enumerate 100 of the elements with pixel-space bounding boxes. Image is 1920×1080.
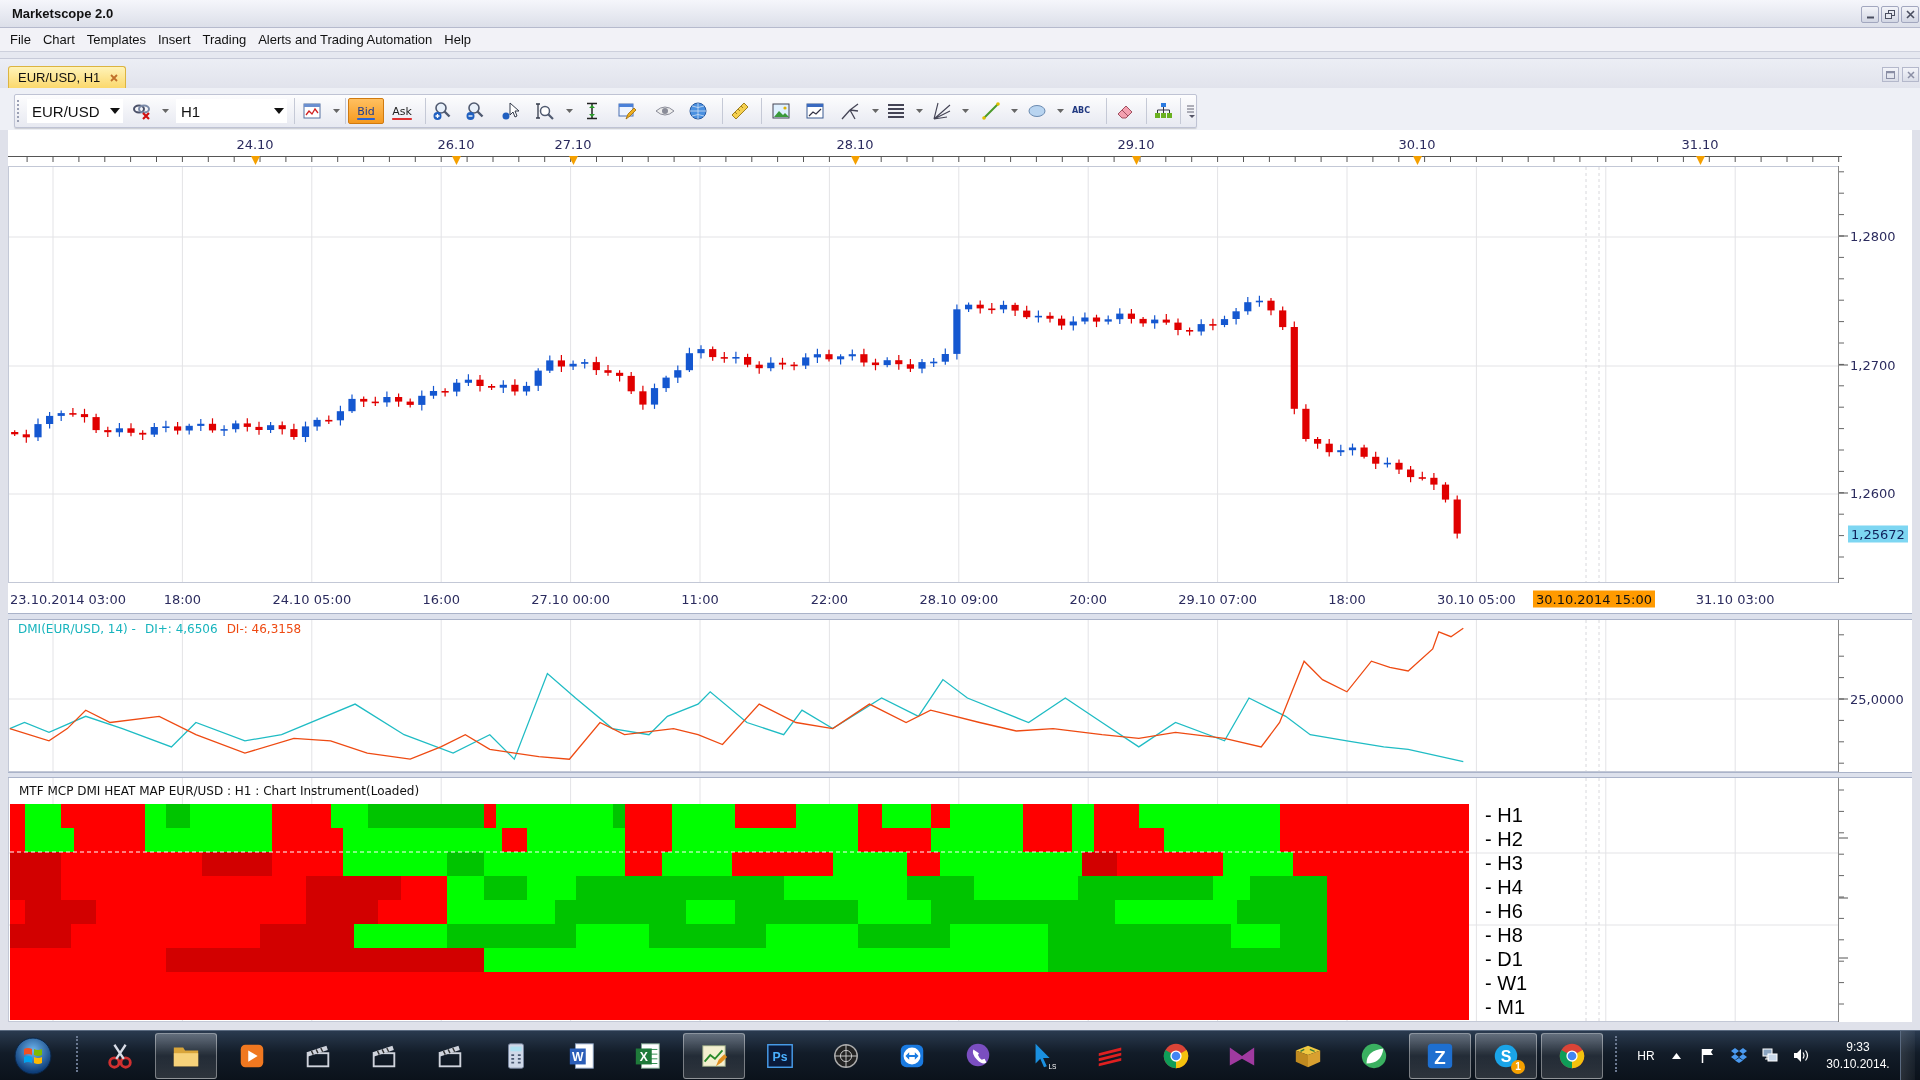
current-price-label: 1,25672	[1848, 525, 1908, 543]
menu-item[interactable]: Insert	[152, 30, 197, 49]
diamonds-icon[interactable]	[1730, 1048, 1747, 1063]
text-tool-button[interactable]: ABC	[1070, 107, 1092, 115]
globe-icon[interactable]	[688, 101, 708, 121]
taskbar-button[interactable]: Z	[1409, 1032, 1471, 1079]
caret-icon[interactable]	[962, 109, 969, 113]
caret-icon[interactable]	[566, 109, 573, 113]
chart-window-icon[interactable]	[302, 101, 322, 121]
timeframe-label: - H3	[1485, 852, 1524, 876]
price-mode-button[interactable]: Ask	[389, 98, 415, 124]
clock-date[interactable]: 30.10.2014.	[1826, 1057, 1890, 1071]
time-label: 16:00	[422, 591, 460, 607]
network-icon[interactable]	[1761, 1048, 1778, 1063]
picture-icon[interactable]	[771, 101, 791, 121]
time-label: 24.10 05:00	[272, 591, 352, 607]
menu-item[interactable]: Trading	[196, 30, 253, 49]
start-orb-icon[interactable]	[13, 1035, 53, 1076]
language-indicator[interactable]: HR	[1631, 1048, 1661, 1063]
chart-frame-icon[interactable]	[805, 101, 825, 121]
caret-up-icon[interactable]	[1672, 1052, 1681, 1059]
marker-icon	[1695, 156, 1705, 165]
timeframe-label: - H1	[1485, 804, 1524, 828]
caret-icon	[110, 108, 120, 114]
timeframe-label: - H6	[1485, 900, 1524, 924]
clock-time[interactable]: 9:33	[1846, 1040, 1870, 1054]
caret-icon[interactable]	[1057, 109, 1064, 113]
price-mode-button[interactable]: Bid	[348, 98, 384, 124]
time-label: 22:00	[810, 591, 849, 607]
cursor-time-label: 30.10.2014 15:00	[1533, 590, 1655, 608]
close-button[interactable]	[1901, 6, 1919, 23]
timeframe-label: - H2	[1485, 828, 1524, 852]
show-desktop-button[interactable]	[1900, 1030, 1915, 1080]
taskbar-button[interactable]	[683, 1032, 745, 1079]
date-label: 30.10	[1398, 136, 1436, 152]
caret-icon[interactable]	[162, 109, 169, 113]
count-badge: 1	[1511, 1059, 1525, 1074]
date-label: 28.10	[836, 136, 874, 152]
timeframe-label: - M1	[1485, 996, 1526, 1020]
time-label: 23.10.2014 03:00	[10, 591, 127, 607]
symbol-dropdown[interactable]: EUR/USD	[27, 99, 123, 123]
time-label: 28.10 09:00	[919, 591, 999, 607]
date-label: 31.10	[1681, 136, 1719, 152]
magnifier-range-icon[interactable]	[535, 101, 555, 121]
fork-lines-icon[interactable]	[840, 101, 860, 121]
time-label: 27.10 00:00	[531, 591, 610, 607]
time-label: 18:00	[1328, 591, 1366, 607]
window-pen-icon[interactable]	[617, 101, 637, 121]
caret-icon[interactable]	[916, 109, 923, 113]
marker-icon	[250, 156, 260, 165]
heat-map-title: MTF MCP DMI HEAT MAP EUR/USD : H1 : Chart Instrument(Loaded)	[18, 783, 421, 800]
close-icon[interactable]	[110, 73, 119, 82]
marker-icon	[850, 156, 860, 165]
restore-button[interactable]	[1881, 6, 1899, 23]
marker-icon	[1412, 156, 1422, 165]
ruler-icon[interactable]	[730, 101, 750, 121]
taskbar-button[interactable]	[1541, 1032, 1603, 1079]
close-icon	[1906, 70, 1915, 79]
menu-item[interactable]: Chart	[36, 30, 81, 49]
chart-tab[interactable]: EUR/USD, H1	[8, 66, 127, 88]
speaker-icon[interactable]	[1792, 1048, 1809, 1063]
caret-icon[interactable]	[333, 109, 340, 113]
minimize-button[interactable]	[1861, 6, 1879, 23]
hierarchy-icon[interactable]	[1153, 101, 1173, 121]
marker-icon	[1131, 156, 1141, 165]
restore-icon	[1885, 10, 1895, 19]
timeframe-label: - H8	[1485, 924, 1524, 948]
indicator-name: DMI(EUR/USD, 14) -	[18, 622, 136, 636]
flag-icon[interactable]	[1701, 1048, 1714, 1063]
timeframe-label: - D1	[1485, 948, 1524, 972]
time-label: 29.10 07:00	[1178, 591, 1257, 607]
menu-item[interactable]: Templates	[80, 30, 152, 49]
line-tool-icon[interactable]	[981, 101, 1001, 121]
horizontal-lines-icon[interactable]	[886, 101, 906, 121]
price-label: 1,2800	[1850, 228, 1896, 244]
menu-item[interactable]: File	[4, 30, 37, 49]
timeframe-label: - H4	[1485, 876, 1524, 900]
date-label: 26.10	[437, 136, 475, 152]
cursor-magnifier-icon[interactable]	[501, 101, 521, 121]
window-title: Marketscope 2.0	[12, 6, 114, 21]
overflow-icon[interactable]	[1186, 104, 1196, 118]
di-minus-value: DI-: 46,3158	[226, 622, 302, 636]
menu-item[interactable]: Alerts and Trading Automation	[252, 30, 439, 49]
time-label: 11:00	[681, 591, 719, 607]
taskbar-button[interactable]	[155, 1032, 217, 1079]
zoom-in-icon[interactable]	[432, 101, 452, 121]
timeframe-label: - W1	[1485, 972, 1528, 996]
di-plus-value: DI+: 4,6506	[144, 622, 218, 636]
date-label: 24.10	[236, 136, 274, 152]
time-label: 18:00	[163, 591, 202, 607]
maximize-button[interactable]	[1882, 67, 1899, 82]
price-label: 1,2700	[1850, 357, 1896, 373]
caret-icon[interactable]	[1011, 109, 1018, 113]
fan-lines-icon[interactable]	[932, 101, 952, 121]
zoom-out-icon[interactable]	[465, 101, 485, 121]
time-label: 30.10 05:00	[1437, 591, 1516, 607]
caret-icon[interactable]	[872, 109, 879, 113]
timeframe-dropdown[interactable]: H1	[176, 99, 287, 123]
menu-item[interactable]: Help	[438, 30, 478, 49]
caret-icon	[274, 108, 284, 114]
